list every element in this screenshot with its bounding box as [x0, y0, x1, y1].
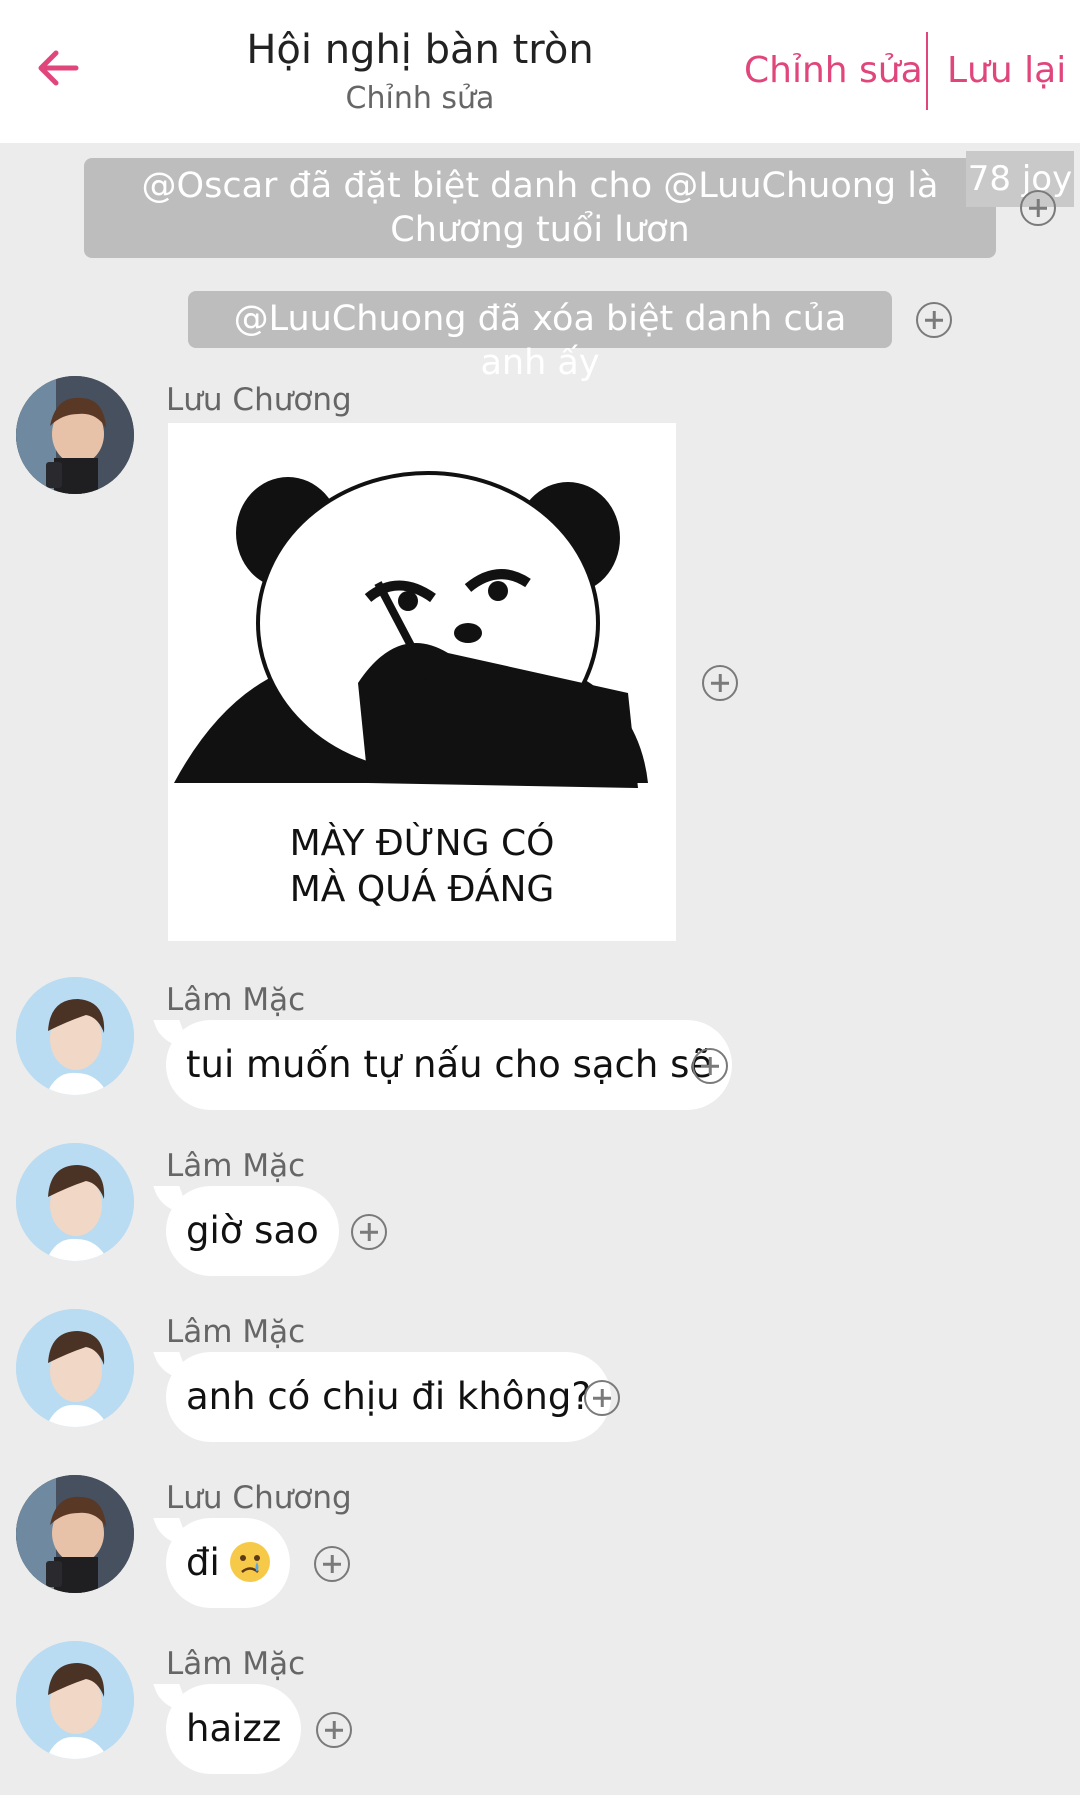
avatar[interactable] — [16, 1475, 134, 1593]
avatar[interactable] — [16, 1641, 134, 1759]
sender-name: Lưu Chương — [166, 382, 352, 418]
add-reaction-icon[interactable] — [584, 1380, 620, 1416]
back-button[interactable] — [30, 40, 86, 96]
add-reaction-icon[interactable] — [692, 1048, 728, 1084]
edit-button[interactable]: Chỉnh sửa — [744, 46, 923, 96]
save-button[interactable]: Lưu lại — [947, 46, 1066, 96]
title-block: Hội nghị bàn tròn Chỉnh sửa — [160, 22, 680, 120]
avatar[interactable] — [16, 1143, 134, 1261]
message-bubble[interactable]: haizz — [166, 1684, 302, 1774]
sender-name: Lâm Mặc — [166, 1148, 306, 1184]
message-text: đi — [186, 1541, 220, 1584]
avatar[interactable] — [16, 376, 134, 494]
message-bubble[interactable]: tui muốn tự nấu cho sạch sẽ — [166, 1020, 733, 1110]
chat-title: Hội nghị bàn tròn — [246, 27, 594, 73]
avatar[interactable] — [16, 1309, 134, 1427]
user-photo-icon — [16, 1309, 134, 1427]
reaction-badge: 78 joy — [966, 151, 1074, 207]
message-bubble[interactable]: giờ sao — [166, 1186, 339, 1276]
sticker-caption: MÀY ĐỪNG CÓ MÀ QUÁ ĐÁNG — [168, 821, 676, 913]
top-bar: Hội nghị bàn tròn Chỉnh sửa Chỉnh sửa Lư… — [0, 0, 1080, 143]
sender-name: Lâm Mặc — [166, 1646, 306, 1682]
chat-subtitle: Chỉnh sửa — [345, 81, 495, 116]
crying-face-icon — [229, 1541, 270, 1582]
sender-name: Lưu Chương — [166, 1480, 352, 1516]
user-photo-icon — [16, 977, 134, 1095]
panda-meme-icon — [174, 471, 648, 788]
avatar[interactable] — [16, 977, 134, 1095]
system-notice: @LuuChuong đã xóa biệt danh của anh ấy — [188, 291, 892, 383]
sender-name: Lâm Mặc — [166, 1314, 306, 1350]
user-photo-icon — [16, 1143, 134, 1261]
message-bubble[interactable]: đi — [166, 1518, 290, 1608]
back-arrow-icon — [38, 50, 79, 86]
system-notice: @Oscar đã đặt biệt danh cho @LuuChuong l… — [84, 158, 996, 258]
sender-name: Lâm Mặc — [166, 982, 306, 1018]
caption-line: MÀ QUÁ ĐÁNG — [289, 869, 555, 910]
user-photo-icon — [16, 1475, 134, 1593]
caption-line: MÀY ĐỪNG CÓ — [289, 823, 555, 864]
add-reaction-icon[interactable] — [351, 1214, 387, 1250]
add-reaction-icon[interactable] — [916, 302, 952, 338]
user-photo-icon — [16, 376, 134, 494]
user-photo-icon — [16, 1641, 134, 1759]
add-reaction-icon[interactable] — [314, 1546, 350, 1582]
header-divider — [926, 32, 928, 110]
add-reaction-icon[interactable] — [702, 665, 738, 701]
add-reaction-icon[interactable] — [1020, 190, 1056, 226]
message-bubble[interactable]: anh có chịu đi không? — [166, 1352, 611, 1442]
add-reaction-icon[interactable] — [316, 1712, 352, 1748]
sticker-image[interactable]: MÀY ĐỪNG CÓ MÀ QUÁ ĐÁNG — [168, 423, 676, 941]
